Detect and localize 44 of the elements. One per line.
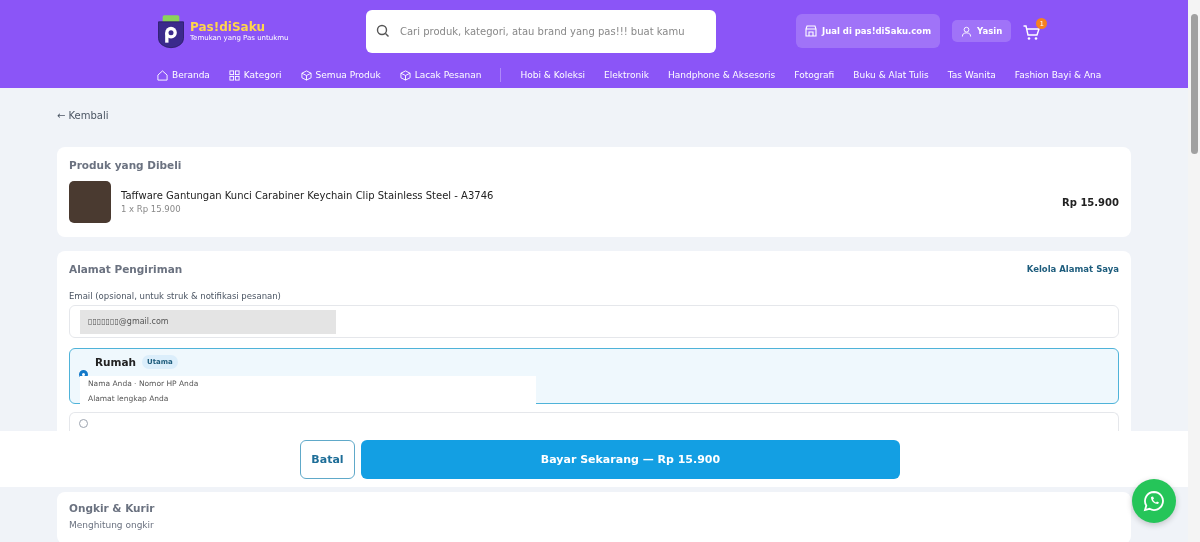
cancel-button[interactable]: Batal [300, 439, 355, 479]
brand-name[interactable]: Pas!diSaku [190, 20, 289, 34]
email-value: ▯▯▯▯▯▯▯@gmail.com [80, 310, 336, 334]
grid-icon [228, 69, 240, 81]
section-title: Ongkir & Kurir [69, 502, 156, 514]
section-title: Produk yang Dibeli [69, 159, 183, 171]
nav-link[interactable]: Kategori [228, 69, 282, 81]
category-link[interactable]: Tas Wanita [947, 70, 996, 80]
sell-button[interactable]: Jual di pas!diSaku.com [796, 14, 941, 48]
user-icon [961, 25, 973, 37]
chat-phone-icon [1143, 490, 1165, 512]
nav-link[interactable]: Semua Produk [300, 69, 381, 81]
category-link[interactable]: Hobi & Koleksi [520, 70, 586, 80]
product-total: Rp 15.900 [1062, 196, 1119, 208]
back-link[interactable]: ← Kembali [57, 110, 1131, 121]
category-link[interactable]: Elektronik [604, 70, 649, 80]
box-icon [399, 69, 411, 81]
photo-placeholder [69, 181, 111, 223]
shipping-status: Menghitung ongkir [69, 520, 155, 530]
category-link[interactable]: Buku & Alat Tulis [853, 70, 929, 80]
category-link[interactable]: Fotografi [794, 70, 835, 80]
store-icon [805, 25, 817, 37]
cart-icon [1022, 25, 1040, 41]
category-link[interactable]: Handphone & Aksesoris [668, 70, 776, 80]
email-label: Email (opsional, untuk struk & notifikasi pesanan) [69, 291, 282, 301]
search-icon [376, 24, 390, 38]
radio-button[interactable] [79, 419, 88, 428]
category-link[interactable]: Fashion Bayi & Ana [1014, 70, 1102, 80]
box-icon [300, 69, 312, 81]
search-bar[interactable]: Cari produk, kategori, atau brand yang pas!!! buat kamu [366, 9, 716, 53]
user-button[interactable]: Yasin [952, 20, 1012, 42]
nav-link[interactable]: Beranda [157, 69, 210, 81]
pay-button[interactable]: Bayar Sekarang — Rp 15.900 [361, 439, 900, 479]
product-name: Taffware Gantungan Kunci Carabiner Keychain Clip Stainless Steel - A3746 [121, 190, 495, 201]
whatsapp-chat-button[interactable] [1132, 479, 1176, 523]
address-label: Rumah [95, 356, 137, 368]
scrollbar[interactable] [1188, 0, 1200, 542]
email-field[interactable]: ▯▯▯▯▯▯▯@gmail.com [69, 305, 1119, 338]
manage-address-link[interactable]: Kelola Alamat Saya [1026, 264, 1119, 274]
home-icon [157, 69, 168, 81]
nav-link[interactable]: Lacak Pesanan [399, 69, 482, 81]
section-title: Alamat Pengiriman [69, 263, 183, 275]
pocket-logo-icon[interactable] [156, 13, 186, 49]
quantity-price: 1 x Rp 15.900 [121, 204, 182, 214]
